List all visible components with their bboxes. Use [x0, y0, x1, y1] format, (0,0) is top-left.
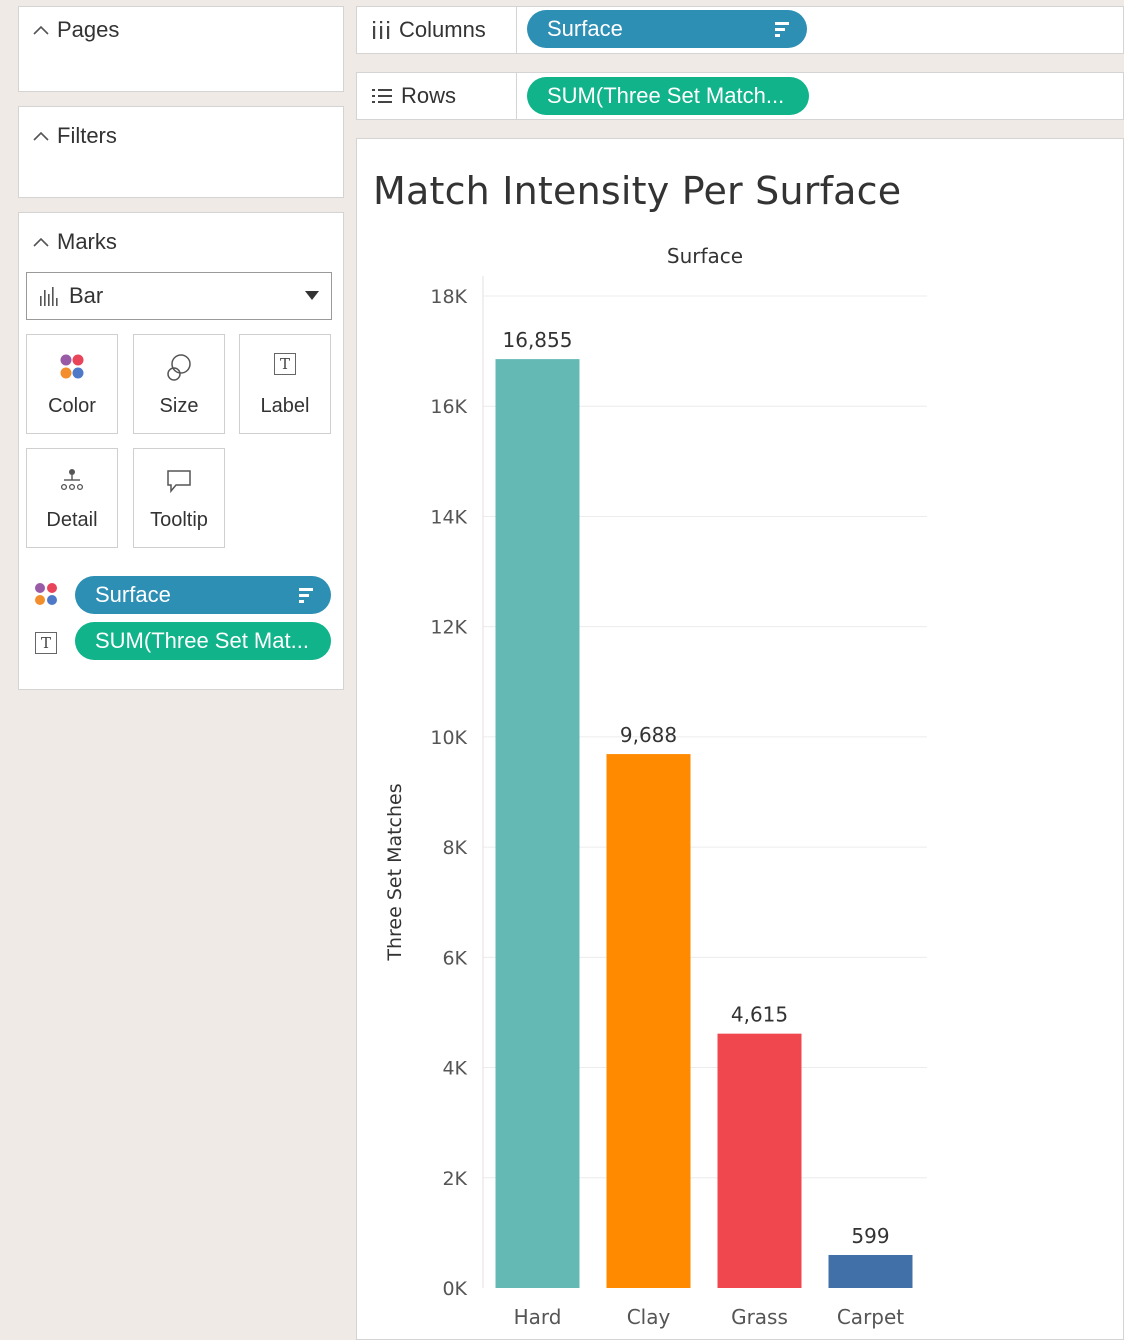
filters-label: Filters — [57, 123, 117, 148]
columns-icon — [373, 21, 390, 39]
size-card-label: Size — [159, 395, 199, 417]
detail-card[interactable]: Detail — [26, 448, 118, 548]
column-header: Surface — [667, 244, 743, 268]
rows-sum-pill[interactable]: SUM(Three Set Match... — [527, 77, 809, 115]
bar-chart: Surface 0K 2K 4K 6K 8K 10K 12K 14K 16K 18K Three Se… — [384, 244, 927, 1329]
rows-shelf: Rows SUM(Three Set Match... — [356, 72, 1124, 120]
columns-pill-label: Surface — [547, 16, 623, 41]
filters-card: Filters — [18, 106, 344, 198]
bar-carpet — [828, 1254, 913, 1288]
detail-card-label: Detail — [46, 509, 98, 531]
y-tick-label: 12K — [430, 617, 467, 639]
color-palette-icon — [60, 354, 84, 379]
sort-descending-icon — [775, 22, 789, 37]
chevron-down-icon — [305, 291, 319, 300]
columns-surface-pill[interactable]: Surface — [527, 10, 807, 48]
x-tick-label: Carpet — [837, 1305, 904, 1329]
data-label: 599 — [851, 1224, 889, 1248]
text-label-icon: T — [274, 353, 296, 375]
tooltip-speech-icon — [167, 470, 191, 494]
size-circles-icon — [167, 354, 191, 381]
chevron-up-icon — [33, 25, 49, 35]
marks-sum-pill[interactable]: SUM(Three Set Mat... — [75, 622, 331, 660]
y-tick-label: 10K — [430, 727, 467, 749]
y-tick-label: 0K — [442, 1278, 467, 1300]
y-tick-label: 14K — [430, 506, 467, 528]
view-panel: Match Intensity Per Surface Surface 0K 2K 4… — [356, 138, 1124, 1340]
pages-card: Pages — [18, 6, 344, 92]
marks-surface-pill-label: Surface — [95, 582, 171, 607]
data-label: 4,615 — [731, 1003, 788, 1027]
tooltip-card[interactable]: Tooltip — [133, 448, 225, 548]
columns-label: Columns — [399, 17, 486, 42]
marks-header[interactable]: Marks — [33, 229, 117, 255]
color-card-label: Color — [48, 395, 96, 417]
y-tick-label: 2K — [442, 1168, 467, 1190]
rows-label: Rows — [401, 83, 457, 108]
color-card[interactable]: Color — [26, 334, 118, 434]
mark-type-dropdown[interactable]: Bar — [26, 272, 332, 320]
bar-clay — [606, 754, 691, 1288]
y-tick-label: 6K — [442, 947, 467, 969]
rows-icon — [372, 89, 392, 103]
y-tick-label: 8K — [442, 837, 467, 859]
bar-hard — [495, 359, 580, 1288]
label-card[interactable]: T Label — [239, 334, 331, 434]
tooltip-card-label: Tooltip — [150, 509, 208, 531]
y-tick-label: 16K — [430, 396, 467, 418]
x-tick-label: Hard — [514, 1305, 562, 1329]
text-label-icon: T — [35, 632, 57, 654]
bar-grass — [717, 1033, 802, 1288]
x-tick-label: Clay — [627, 1305, 671, 1329]
color-palette-icon — [35, 583, 57, 605]
bar-chart-icon — [40, 287, 58, 306]
data-label: 16,855 — [503, 328, 573, 352]
columns-shelf: Columns Surface — [356, 6, 1124, 54]
rows-pill-label: SUM(Three Set Match... — [547, 83, 785, 108]
marks-label: Marks — [57, 229, 117, 254]
detail-dots-icon — [60, 469, 84, 491]
marks-sum-pill-label: SUM(Three Set Mat... — [95, 628, 309, 653]
y-axis-label: Three Set Matches — [384, 783, 406, 961]
label-card-label: Label — [260, 395, 310, 417]
x-tick-label: Grass — [731, 1305, 788, 1329]
data-label: 9,688 — [620, 723, 677, 747]
rows-shelf-header: Rows — [357, 73, 517, 119]
y-tick-label: 4K — [442, 1058, 467, 1080]
pages-header[interactable]: Pages — [33, 17, 119, 43]
marks-surface-pill[interactable]: Surface — [75, 576, 331, 614]
size-card[interactable]: Size — [133, 334, 225, 434]
y-tick-label: 18K — [430, 286, 467, 308]
chevron-up-icon — [33, 237, 49, 247]
chevron-up-icon — [33, 131, 49, 141]
pages-label: Pages — [57, 17, 120, 42]
sort-descending-icon — [299, 588, 313, 603]
columns-shelf-header: Columns — [357, 7, 517, 53]
filters-header[interactable]: Filters — [33, 123, 117, 149]
mark-type-label: Bar — [69, 283, 104, 308]
